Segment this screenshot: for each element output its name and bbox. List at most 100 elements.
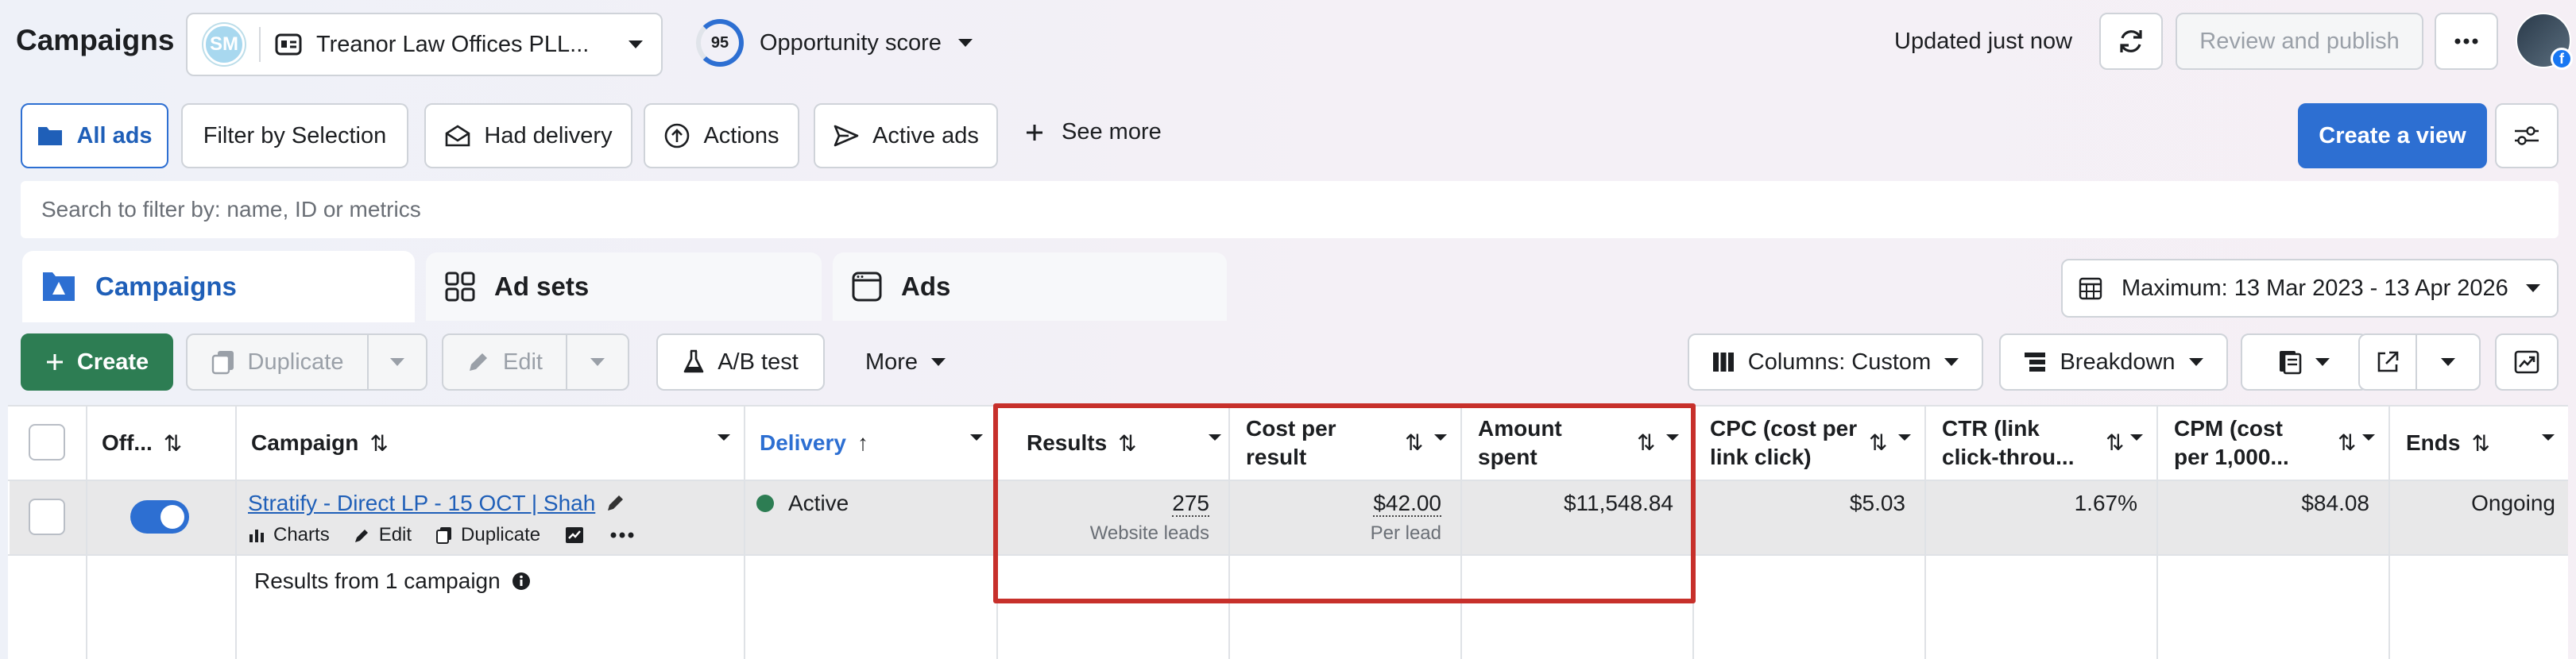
chart-button[interactable] [2495, 333, 2559, 391]
col-header-line: link click) [1710, 445, 1812, 469]
columns-icon [1712, 351, 1735, 373]
external-link-icon [2376, 350, 2400, 374]
chevron-down-icon [1897, 434, 1912, 441]
chevron-down-icon [717, 434, 731, 441]
duplicate-icon [435, 526, 453, 545]
trend-chart-icon [2514, 350, 2539, 374]
review-publish-button[interactable]: Review and publish [2176, 13, 2423, 70]
export-button[interactable] [2358, 333, 2417, 391]
create-button[interactable]: Create [21, 333, 173, 391]
row-checkbox[interactable] [29, 499, 65, 535]
info-icon[interactable] [512, 572, 531, 591]
opportunity-score[interactable]: 95 Opportunity score [696, 19, 973, 67]
sort-icon: ⇅ [2338, 430, 2357, 455]
account-selector[interactable]: SM Treanor Law Offices PLL... [186, 13, 663, 76]
select-all-checkbox[interactable] [29, 424, 65, 461]
account-name: Treanor Law Offices PLL... [316, 31, 590, 57]
ab-test-button[interactable]: A/B test [656, 333, 825, 391]
charts-link[interactable]: Charts [273, 524, 330, 546]
reports-button[interactable] [2241, 333, 2368, 391]
campaign-toggle[interactable] [130, 500, 189, 534]
duplicate-link[interactable]: Duplicate [461, 524, 540, 546]
search-input[interactable] [41, 197, 2559, 222]
col-header-ends[interactable]: Ends ⇅ [2406, 413, 2568, 473]
col-header-label: CPC (cost per link click) [1710, 414, 1857, 472]
col-header-label: CTR (link click-throu... [1942, 414, 2074, 472]
duplicate-dropdown[interactable] [367, 333, 427, 391]
col-header-campaign[interactable]: Campaign ⇅ [251, 413, 744, 473]
opportunity-score-label: Opportunity score [760, 29, 942, 56]
more-options-button[interactable] [2435, 13, 2498, 70]
active-ads-button[interactable]: Active ads [814, 103, 998, 168]
divider [235, 405, 237, 659]
tab-ads[interactable]: Ads [833, 252, 1227, 321]
refresh-icon [2117, 27, 2145, 56]
see-more-label: See more [1062, 119, 1162, 145]
plus-icon [45, 353, 64, 372]
chevron-down-icon [2188, 357, 2204, 367]
bar-chart-icon [248, 526, 265, 544]
grid-icon [445, 272, 475, 302]
campaign-name-link[interactable]: Stratify - Direct LP - 15 OCT | Shah [248, 491, 595, 516]
chevron-down-icon [957, 38, 973, 48]
actions-button[interactable]: Actions [644, 103, 799, 168]
create-view-button[interactable]: Create a view [2298, 103, 2487, 168]
chevron-down-icon [1944, 357, 1959, 367]
reports-icon [2278, 349, 2302, 375]
breakdown-button[interactable]: Breakdown [1999, 333, 2228, 391]
pencil-icon [354, 526, 371, 544]
edit-dropdown[interactable] [566, 333, 629, 391]
chevron-down-icon [2440, 357, 2456, 367]
col-header-line: CPM (cost [2174, 416, 2283, 441]
filter-by-selection-button[interactable]: Filter by Selection [181, 103, 408, 168]
edit-button[interactable]: Edit [442, 333, 567, 391]
upload-circle-icon [663, 122, 690, 149]
col-header-ctr[interactable]: CTR (link click-throu... ⇅ [1942, 413, 2156, 473]
chevron-down-icon [2315, 357, 2330, 367]
tab-adsets[interactable]: Ad sets [426, 252, 822, 321]
all-ads-button[interactable]: All ads [21, 103, 168, 168]
ellipsis-icon[interactable] [610, 532, 634, 538]
business-card-icon [275, 33, 302, 56]
results-summary: Results from 1 campaign [254, 568, 531, 594]
date-range-picker[interactable]: Maximum: 13 Mar 2023 - 13 Apr 2026 [2061, 259, 2559, 318]
insights-icon[interactable] [564, 526, 585, 545]
more-label: More [864, 349, 919, 375]
ellipsis-icon [2454, 38, 2478, 44]
more-button[interactable]: More [842, 333, 969, 391]
all-ads-label: All ads [76, 122, 153, 148]
edit-link[interactable]: Edit [379, 524, 412, 546]
view-settings-button[interactable] [2495, 103, 2559, 168]
col-header-label: Ends [2406, 430, 2461, 455]
col-header-label: Campaign [251, 430, 359, 455]
edit-label: Edit [503, 349, 543, 375]
duplicate-button[interactable]: Duplicate [186, 333, 369, 391]
page-title: Campaigns [16, 24, 175, 56]
sort-icon: ⇅ [163, 430, 183, 456]
chevron-down-icon [930, 357, 946, 367]
tab-campaigns[interactable]: Campaigns [22, 251, 415, 322]
breakdown-label: Breakdown [2060, 349, 2176, 375]
see-more-button[interactable]: See more [1025, 119, 1162, 145]
refresh-button[interactable] [2099, 13, 2163, 70]
divider [259, 27, 261, 62]
col-header-label: CPM (cost per 1,000... [2174, 414, 2289, 472]
updated-status: Updated just now [1894, 29, 2073, 54]
col-header-cpm[interactable]: CPM (cost per 1,000... ⇅ [2174, 413, 2388, 473]
columns-button[interactable]: Columns: Custom [1688, 333, 1983, 391]
flask-icon [683, 349, 705, 375]
col-header-off-on[interactable]: Off... ⇅ [102, 413, 235, 473]
calendar-icon [2079, 276, 2102, 300]
pencil-icon[interactable] [605, 492, 626, 513]
send-icon [833, 124, 860, 148]
export-dropdown[interactable] [2415, 333, 2481, 391]
search-bar[interactable] [21, 181, 2559, 238]
col-header-cpc[interactable]: CPC (cost per link click) ⇅ [1710, 413, 1924, 473]
col-header-delivery[interactable]: Delivery ↑ [760, 413, 996, 473]
score-ring: 95 [696, 19, 744, 67]
avatar[interactable]: f [2516, 13, 2573, 70]
divider [2156, 405, 2158, 659]
create-label: Create [76, 349, 149, 375]
divider [2388, 405, 2390, 659]
had-delivery-button[interactable]: Had delivery [424, 103, 632, 168]
